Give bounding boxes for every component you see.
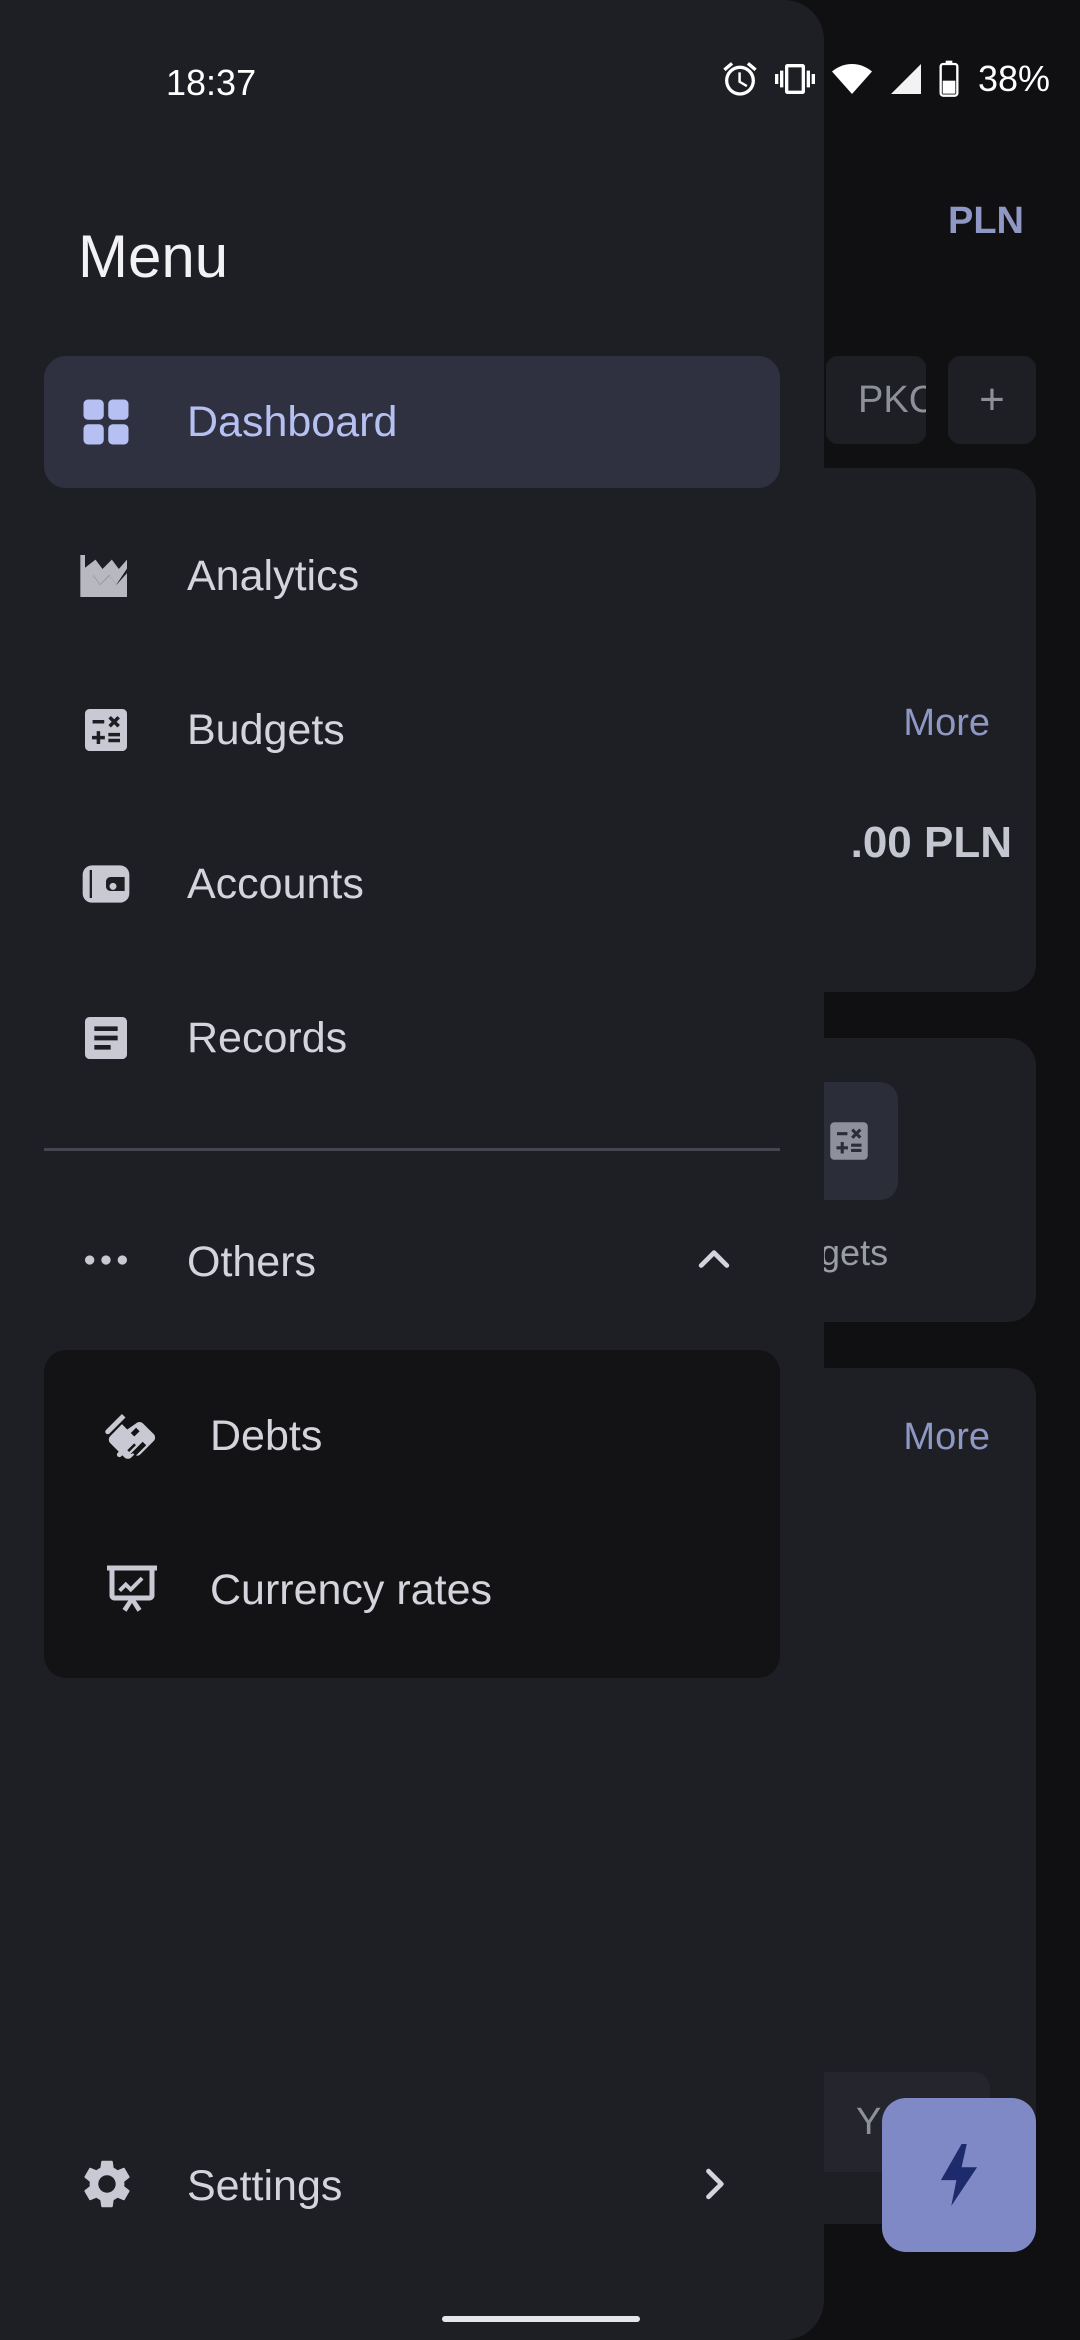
nav-item-accounts[interactable]: Accounts (44, 818, 780, 950)
chevron-up-icon (692, 1238, 736, 1287)
status-time: 18:37 (166, 62, 257, 103)
document-icon (78, 1010, 134, 1066)
drawer-title: Menu (78, 223, 229, 290)
others-expander[interactable]: Others (44, 1196, 780, 1328)
balance-amount: .00 PLN (850, 818, 1012, 867)
battery-icon (939, 60, 959, 97)
battery-percentage: 38% (977, 58, 1050, 99)
gear-icon (78, 2155, 136, 2218)
nav-item-records[interactable]: Records (44, 972, 780, 1104)
currency-selector[interactable]: PLN (948, 200, 1024, 243)
handshake-icon (102, 1404, 162, 1469)
chevron-right-icon (692, 2162, 736, 2211)
status-bar: 18:37 38% (0, 0, 1080, 170)
nav-item-label: Accounts (187, 859, 364, 908)
calculator-icon (830, 1122, 868, 1160)
dashboard-icon (78, 394, 134, 450)
quick-add-button[interactable] (882, 2098, 1036, 2252)
alarm-icon (723, 62, 757, 96)
others-submenu: Debts Currency rates (44, 1350, 780, 1678)
status-icons: 38% (720, 58, 1050, 100)
wallet-icon (78, 856, 134, 912)
nav-item-label: Budgets (187, 705, 345, 754)
sub-item-label: Debts (210, 1411, 323, 1460)
sub-item-label: Currency rates (210, 1565, 492, 1614)
nav-item-label: Dashboard (187, 397, 398, 446)
nav-item-budgets[interactable]: Budgets (44, 664, 780, 796)
settings-label: Settings (187, 2161, 343, 2210)
calculator-icon (78, 702, 134, 758)
add-account-chip[interactable]: + (948, 356, 1036, 444)
more-horiz-icon (78, 1232, 134, 1293)
sub-item-currency-rates[interactable]: Currency rates (44, 1524, 780, 1656)
navigation-drawer: Menu Dashboard Analytics Budgets Account… (0, 0, 824, 2340)
nav-item-dashboard[interactable]: Dashboard (44, 356, 780, 488)
vibrate-icon (774, 64, 815, 94)
sub-item-debts[interactable]: Debts (44, 1370, 780, 1502)
drawer-divider (44, 1148, 780, 1151)
nav-item-label: Records (187, 1013, 348, 1062)
nav-item-label: Analytics (187, 551, 360, 600)
balance-more-link[interactable]: More (903, 702, 990, 745)
settings-item[interactable]: Settings (44, 2120, 780, 2252)
nav-item-analytics[interactable]: Analytics (44, 510, 780, 642)
wifi-icon (831, 64, 872, 94)
account-chip[interactable]: PKC (826, 356, 926, 444)
chart-icon (78, 548, 134, 604)
presentation-chart-icon (102, 1558, 162, 1623)
bolt-icon (940, 2144, 978, 2206)
signal-icon (890, 64, 921, 94)
others-label: Others (187, 1237, 317, 1286)
home-indicator[interactable] (442, 2316, 640, 2322)
records-more-link[interactable]: More (903, 1416, 990, 1459)
